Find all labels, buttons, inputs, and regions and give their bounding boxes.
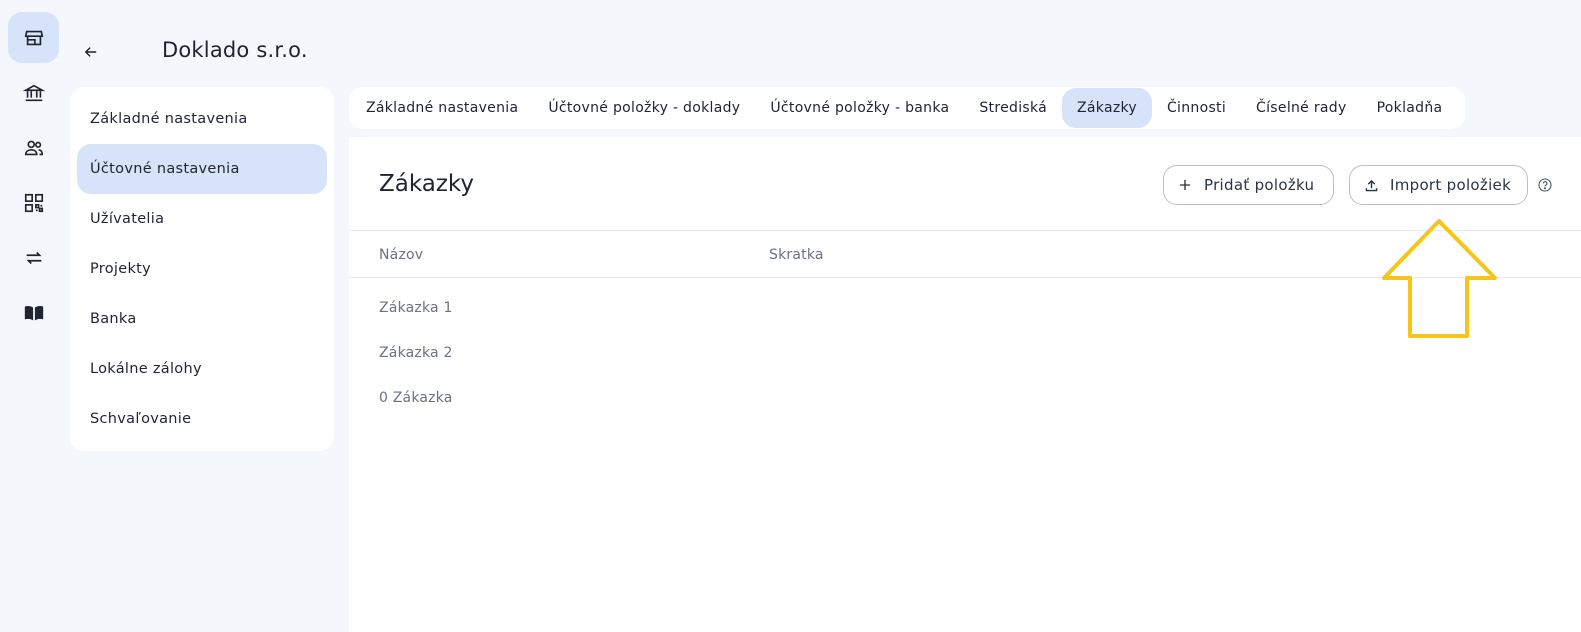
tab-accounting-items-bank[interactable]: Účtovné položky - banka [755, 88, 964, 128]
sidebar-item-users[interactable]: Užívatelia [77, 194, 327, 244]
rail-transfer-button[interactable] [8, 232, 59, 283]
rail-qr-button[interactable] [8, 177, 59, 228]
tab-accounting-items-documents[interactable]: Účtovné položky - doklady [533, 88, 755, 128]
tab-number-series[interactable]: Číselné rady [1241, 88, 1362, 128]
arrow-left-icon [84, 47, 97, 57]
table-row[interactable]: Zákazka 1 [379, 300, 453, 316]
transfer-icon [26, 251, 41, 264]
icon-rail [0, 0, 66, 632]
tab-orders[interactable]: Zákazky [1062, 88, 1152, 128]
page-title: Zákazky [379, 171, 475, 197]
help-circle-icon[interactable] [1538, 177, 1552, 192]
rail-users-button[interactable] [8, 122, 59, 173]
rail-book-button[interactable] [8, 287, 59, 338]
table-row[interactable]: Zákazka 2 [379, 345, 453, 361]
tab-basic-settings[interactable]: Základné nastavenia [351, 88, 533, 128]
settings-sidebar: Základné nastavenia Účtovné nastavenia U… [70, 87, 334, 451]
add-item-button[interactable]: Pridať položku [1163, 165, 1334, 205]
annotation-arrow-icon [1382, 219, 1497, 338]
sidebar-item-projects[interactable]: Projekty [77, 244, 327, 294]
content-panel: Zákazky Pridať položku Import položiek N… [349, 137, 1581, 632]
sidebar-item-bank[interactable]: Banka [77, 294, 327, 344]
sidebar-item-local-backups[interactable]: Lokálne zálohy [77, 344, 327, 394]
add-item-label: Pridať položku [1204, 176, 1315, 194]
tab-bar: Základné nastavenia Účtovné položky - do… [349, 87, 1465, 129]
store-icon [24, 30, 43, 45]
qr-code-icon [24, 193, 43, 212]
tab-cash-register[interactable]: Pokladňa [1362, 88, 1458, 128]
book-icon [24, 305, 43, 320]
column-header-name: Názov [379, 247, 424, 263]
table-row[interactable]: 0 Zákazka [379, 390, 453, 406]
rail-store-button[interactable] [8, 12, 59, 63]
import-items-label: Import položiek [1390, 176, 1512, 194]
tab-activities[interactable]: Činnosti [1152, 88, 1241, 128]
rail-bank-button[interactable] [8, 67, 59, 118]
column-header-short: Skratka [769, 247, 824, 263]
plus-icon [1178, 178, 1192, 192]
sidebar-item-basic-settings[interactable]: Základné nastavenia [77, 94, 327, 144]
upload-icon [1364, 178, 1378, 192]
company-name: Doklado s.r.o. [162, 38, 308, 62]
back-button[interactable] [80, 40, 102, 64]
bank-icon [22, 84, 45, 101]
sidebar-item-approval[interactable]: Schvaľovanie [77, 394, 327, 444]
sidebar-item-accounting-settings[interactable]: Účtovné nastavenia [77, 144, 327, 194]
tab-cost-centers[interactable]: Strediská [964, 88, 1062, 128]
users-icon [24, 140, 43, 155]
import-items-button[interactable]: Import položiek [1349, 165, 1528, 205]
